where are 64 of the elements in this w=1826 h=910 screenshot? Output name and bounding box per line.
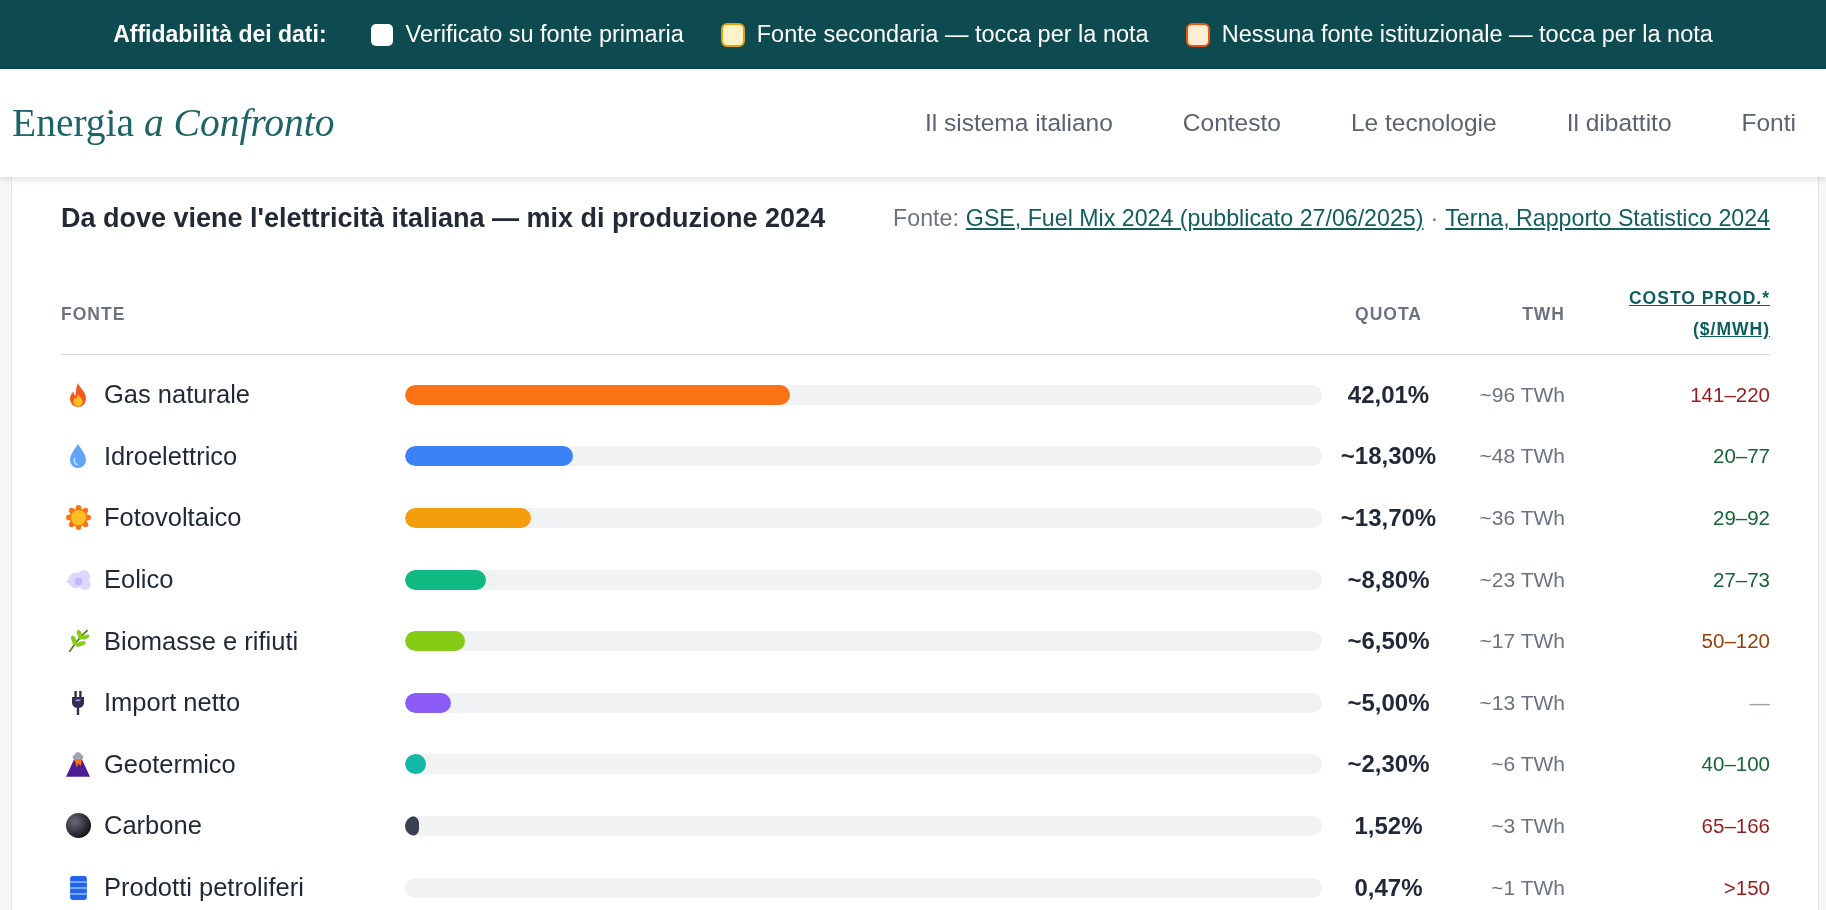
source-name: Prodotti petroliferi	[104, 873, 304, 903]
energy-value: ~17 TWh	[1479, 629, 1565, 654]
nav-link[interactable]: Il sistema italiano	[924, 109, 1113, 137]
cost-value: 20–77	[1713, 444, 1770, 469]
source-name: Geotermico	[104, 749, 236, 779]
droplet-icon	[70, 444, 86, 469]
site-logo[interactable]: Energia a Confronto	[12, 100, 335, 146]
source-label: Fonte:	[893, 204, 959, 232]
share-value: 1,52%	[1354, 811, 1423, 840]
column-header: TWH	[1522, 303, 1565, 325]
source-name: Eolico	[104, 565, 174, 595]
leaf-icon	[66, 629, 90, 654]
barrel-icon	[69, 875, 87, 900]
cost-value: —	[1749, 690, 1770, 715]
nav-link[interactable]: Il dibattito	[1566, 109, 1672, 137]
share-value: ~18,30%	[1340, 442, 1437, 471]
share-value: ~5,00%	[1347, 688, 1430, 717]
cloud-icon	[65, 569, 91, 590]
nav-link[interactable]: Fonti	[1741, 109, 1796, 137]
cost-value: 29–92	[1713, 506, 1770, 530]
share-value: ~2,30%	[1347, 750, 1430, 779]
cost-value: 65–166	[1701, 813, 1770, 838]
ball-icon	[65, 813, 91, 839]
share-value: ~6,50%	[1347, 627, 1430, 656]
card-title: Da dove viene l'elettricità italiana — mix di produzione 2024	[61, 202, 826, 234]
legend-label: Nessuna fonte istituzionale — tocca per la nota	[1221, 21, 1713, 48]
cost-value: >150	[1723, 875, 1770, 900]
source-name: Import netto	[104, 688, 241, 718]
cost-value: 141–220	[1690, 382, 1770, 407]
volcano-icon	[66, 751, 90, 777]
separator: ·	[1430, 204, 1439, 232]
source-name: Idroelettrico	[104, 441, 238, 471]
source-link[interactable]: GSE, Fuel Mix 2024 (pubblicato 27/06/2025)	[965, 204, 1424, 232]
share-value: 0,47%	[1354, 873, 1423, 902]
share-value: 42,01%	[1347, 380, 1430, 409]
cost-value: 40–100	[1701, 752, 1770, 777]
energy-value: ~23 TWh	[1479, 567, 1565, 592]
legend-title: Affidabilità dei dati:	[113, 21, 327, 48]
share-value: ~8,80%	[1347, 565, 1430, 594]
source-name: Biomasse e rifiuti	[104, 626, 299, 656]
energy-value: ~3 TWh	[1491, 813, 1565, 838]
column-header: QUOTA	[1355, 303, 1422, 325]
source-link[interactable]: Terna, Rapporto Statistico 2024	[1445, 204, 1770, 232]
share-value: ~13,70%	[1340, 504, 1437, 532]
legend-label: Verificato su fonte primaria	[405, 21, 684, 48]
sun-icon	[65, 505, 91, 531]
source-name: Gas naturale	[104, 380, 250, 410]
nav-link[interactable]: Contesto	[1182, 109, 1281, 137]
legend-label: Fonte secondaria — tocca per la nota	[756, 21, 1149, 48]
cost-value: 50–120	[1701, 629, 1770, 654]
cost-value: 27–73	[1713, 567, 1770, 592]
column-header: FONTE	[61, 303, 126, 325]
energy-value: ~96 TWh	[1479, 382, 1565, 407]
energy-value: ~13 TWh	[1479, 690, 1565, 715]
energy-value: ~48 TWh	[1479, 444, 1565, 469]
flame-icon	[70, 382, 86, 407]
energy-value: ~1 TWh	[1491, 875, 1565, 900]
energy-value: ~6 TWh	[1491, 752, 1565, 777]
column-header-link[interactable]: COSTO PROD.* ($/MWH)	[1629, 283, 1770, 345]
source-name: Fotovoltaico	[104, 503, 242, 533]
source-name: Carbone	[104, 811, 202, 841]
nav-link[interactable]: Le tecnologie	[1350, 109, 1497, 137]
energy-value: ~36 TWh	[1479, 506, 1565, 530]
plug-icon	[72, 690, 84, 715]
